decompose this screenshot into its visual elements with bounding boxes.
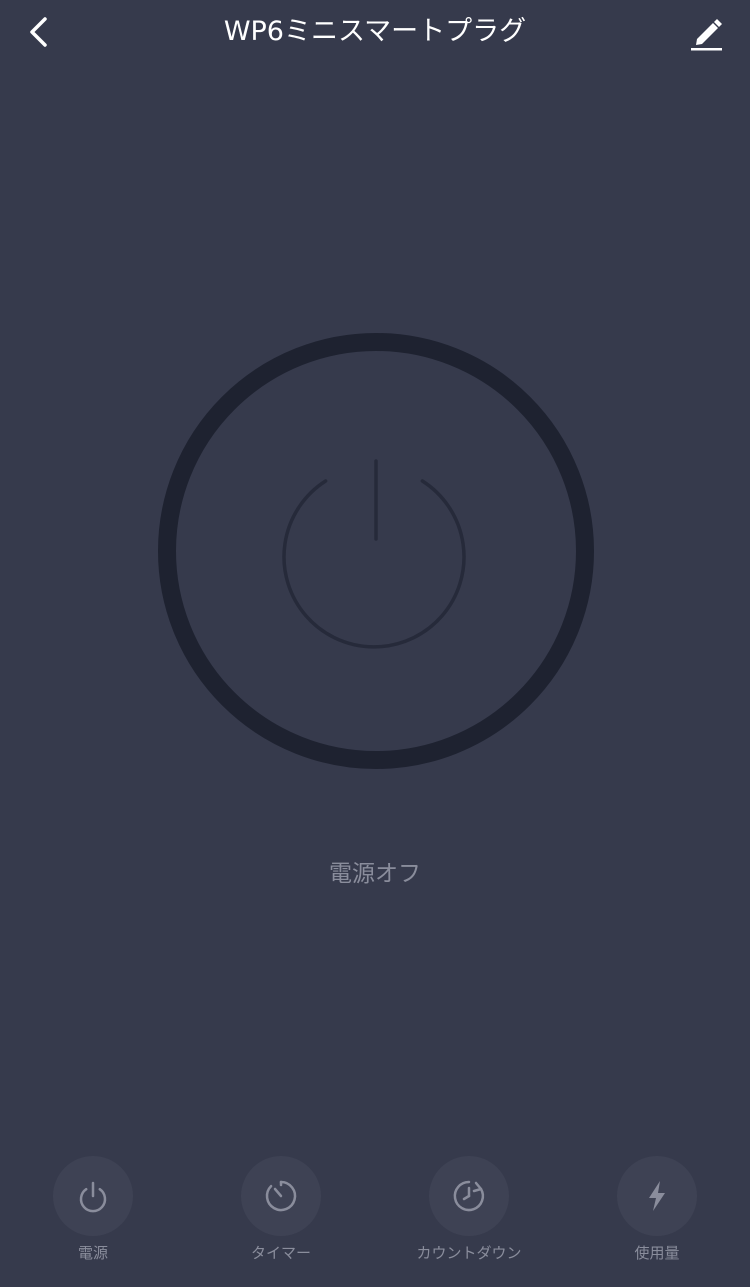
countdown-action-circle xyxy=(429,1156,509,1236)
page-title: WP6ミニスマートプラグ xyxy=(223,16,527,47)
timer-action-label: タイマー xyxy=(250,1244,311,1262)
lightning-icon xyxy=(649,1181,665,1211)
power-status-text: 電源オフ xyxy=(329,861,421,887)
power-icon xyxy=(79,1181,107,1213)
timer-icon xyxy=(265,1180,297,1212)
bottom-action-bar: 電源 タイマー カウントダウン 使用量 xyxy=(0,1150,750,1270)
pencil-icon xyxy=(691,19,722,51)
timer-action-button[interactable]: タイマー xyxy=(206,1150,356,1270)
power-action-button[interactable]: 電源 xyxy=(18,1150,168,1270)
power-toggle-button[interactable] xyxy=(158,333,594,769)
power-action-label: 電源 xyxy=(77,1244,108,1262)
countdown-action-button[interactable]: カウントダウン xyxy=(394,1150,544,1270)
power-icon xyxy=(282,459,466,649)
header: WP6ミニスマートプラグ xyxy=(0,0,750,66)
usage-action-button[interactable]: 使用量 xyxy=(582,1150,732,1270)
timer-action-circle xyxy=(241,1156,321,1236)
countdown-icon xyxy=(453,1180,485,1212)
edit-button[interactable] xyxy=(684,12,728,56)
chevron-left-icon xyxy=(30,17,47,47)
power-action-circle xyxy=(53,1156,133,1236)
usage-action-circle xyxy=(617,1156,697,1236)
back-button[interactable] xyxy=(18,12,62,56)
usage-action-label: 使用量 xyxy=(634,1244,680,1262)
countdown-action-label: カウントダウン xyxy=(416,1244,522,1262)
